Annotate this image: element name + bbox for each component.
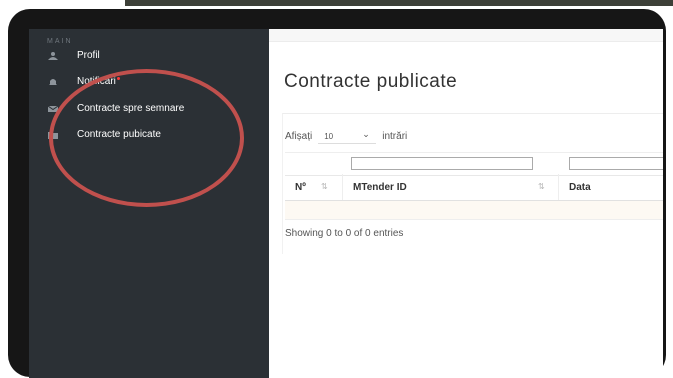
sidebar-item-contracte-pubicate[interactable]: Contracte pubicate — [29, 124, 269, 146]
sidebar-item-contracte-spre-semnare[interactable]: Contracte spre semnare — [29, 98, 269, 120]
column-header-data[interactable]: Data — [569, 182, 591, 193]
sort-icon[interactable]: ⇅ — [538, 182, 545, 191]
column-header-nr[interactable]: Nº — [295, 182, 306, 193]
notification-badge — [116, 77, 120, 80]
sidebar-item-label: Profil — [77, 50, 100, 61]
sidebar-item-profil[interactable]: Profil — [29, 45, 269, 67]
sidebar-item-notificari[interactable]: Notificări — [29, 71, 269, 93]
column-header-mtender-id[interactable]: MTender ID — [353, 182, 407, 193]
app-screen: MAIN Profil Notificări Contracte spre se… — [29, 29, 663, 378]
user-icon — [48, 52, 58, 60]
page-title: Contracte publicate — [284, 71, 458, 92]
length-suffix: intrări — [382, 131, 408, 142]
bell-icon — [49, 79, 57, 85]
length-menu: Afișați 10 ⌄ intrări — [285, 129, 407, 144]
device-frame: MAIN Profil Notificări Contracte spre se… — [8, 9, 666, 378]
sidebar-item-label: Contracte spre semnare — [77, 103, 185, 114]
table-info: Showing 0 to 0 of 0 entries — [285, 228, 404, 239]
column-filter-row — [285, 152, 663, 176]
entries-per-page-value: 10 — [324, 132, 334, 141]
top-bar — [269, 29, 663, 42]
column-divider — [558, 174, 559, 200]
column-divider — [342, 174, 343, 200]
sidebar-item-label: Notificări — [77, 76, 120, 87]
sidebar: MAIN Profil Notificări Contracte spre se… — [29, 29, 269, 378]
length-prefix: Afișați — [285, 131, 313, 142]
main-content: Contracte publicate Afișați 10 ⌄ intrări… — [269, 29, 663, 378]
data-filter-input[interactable] — [569, 157, 663, 170]
mtender-id-filter-input[interactable] — [351, 157, 533, 170]
sidebar-item-label: Contracte pubicate — [77, 129, 161, 140]
sort-icon[interactable]: ⇅ — [321, 182, 328, 191]
envelope-icon — [48, 105, 58, 112]
table-empty-row — [285, 201, 663, 220]
table-header: Nº ⇅ MTender ID ⇅ Data — [285, 174, 663, 201]
background-strip — [125, 0, 673, 6]
sidebar-section-label: MAIN — [47, 38, 73, 45]
entries-per-page-select[interactable]: 10 ⌄ — [318, 129, 377, 144]
folder-icon — [48, 132, 58, 139]
chevron-down-icon: ⌄ — [362, 129, 370, 139]
